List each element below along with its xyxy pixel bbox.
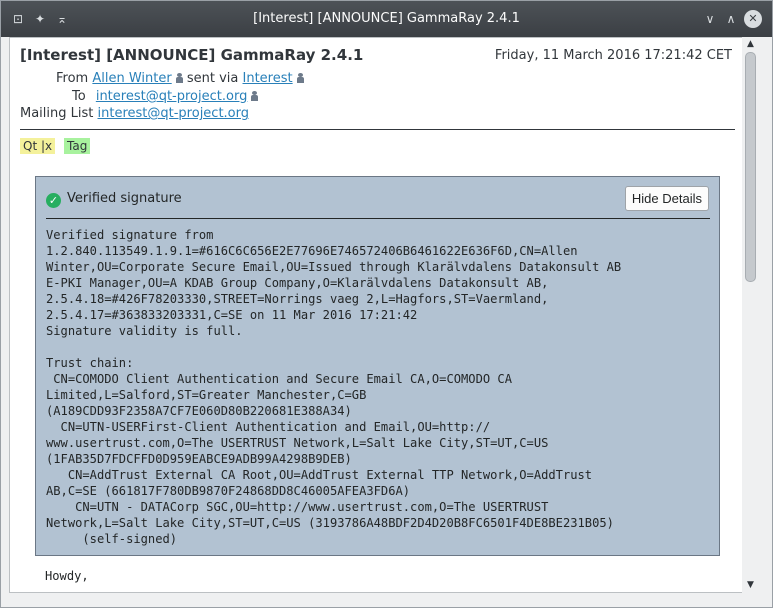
mailing-list-row: Mailing List interest@qt-project.org [20,106,249,121]
message-date: Friday, 11 March 2016 17:21:42 CET [494,48,732,63]
verified-check-icon: ✓ [46,193,61,208]
header-separator [20,129,735,130]
window-title: [Interest] [ANNOUNCE] GammaRay 2.4.1 [253,11,520,26]
mail-viewer-window: ⊡ ✦ ⌅ [Interest] [ANNOUNCE] GammaRay 2.4… [0,0,773,608]
maximize-icon[interactable]: ∧ [722,10,740,28]
minimize-icon[interactable]: ∨ [701,10,719,28]
tag-tag[interactable]: Tag [64,138,91,154]
title-bar[interactable]: ⊡ ✦ ⌅ [Interest] [ANNOUNCE] GammaRay 2.4… [1,1,772,37]
signature-panel: ✓ Verified signature Hide Details Verifie… [35,176,720,556]
message-body: Howdy, [45,569,89,583]
contact-icon[interactable] [175,73,183,83]
from-link[interactable]: Allen Winter [92,71,171,86]
mailing-list-link[interactable]: interest@qt-project.org [98,106,250,121]
vertical-scrollbar[interactable]: ▲ ▼ [742,37,759,593]
signature-status: ✓ Verified signature [46,191,182,208]
hide-details-button[interactable]: Hide Details [624,186,709,211]
signature-details: Verified signature from 1.2.840.113549.1… [46,228,622,546]
signature-separator [46,218,710,219]
close-icon[interactable]: ✕ [744,10,762,28]
to-label: To [72,89,86,104]
tag-qt[interactable]: Qt |x [20,138,56,154]
message-subject: [Interest] [ANNOUNCE] GammaRay 2.4.1 [20,46,364,64]
contact-icon[interactable] [251,91,259,101]
scroll-up-icon[interactable]: ▲ [745,39,756,50]
from-row: From Allen Winter sent via Interest [56,71,304,86]
sent-via-label: sent via [186,71,239,86]
from-label: From [56,71,89,86]
to-row: To interest@qt-project.org [72,89,259,104]
message-viewer: [Interest] [ANNOUNCE] GammaRay 2.4.1 Fri… [9,37,757,593]
contact-icon[interactable] [296,73,304,83]
signature-status-text: Verified signature [67,191,182,206]
mailing-list-label: Mailing List [20,106,94,121]
scrollbar-thumb[interactable] [745,52,756,282]
to-link[interactable]: interest@qt-project.org [96,89,248,104]
via-link[interactable]: Interest [243,71,293,86]
scroll-down-icon[interactable]: ▼ [745,580,756,591]
